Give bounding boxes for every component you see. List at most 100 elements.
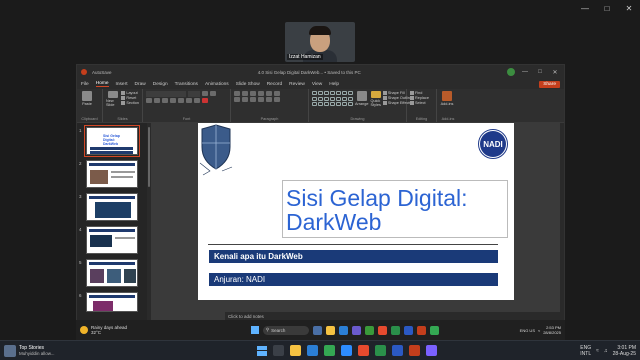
slide-thumbnail-6[interactable]: 6 [79,292,138,312]
ppt-minimize-icon[interactable]: — [520,69,530,75]
close-icon[interactable]: ✕ [618,0,640,16]
shrink-font-icon[interactable] [210,91,216,96]
host-clock[interactable]: 3:01 PM 28-Aug-25 [613,345,636,357]
new-slide-icon [107,91,118,98]
powerpoint-taskbar-icon[interactable] [409,345,421,356]
numbering-icon[interactable] [242,91,248,96]
teams-icon[interactable] [351,325,361,335]
file-explorer-icon[interactable] [325,325,335,335]
edge-icon[interactable] [307,345,319,356]
tab-slide-show[interactable]: Slide Show [236,82,260,87]
tab-animations[interactable]: Animations [205,82,229,87]
onenote-icon[interactable] [426,345,438,356]
font-color-icon[interactable] [202,98,208,103]
scrollbar-thumb[interactable] [148,127,150,187]
section-button[interactable]: Section [121,101,139,106]
decrease-indent-icon[interactable] [250,91,256,96]
spacing-icon[interactable] [186,98,192,103]
shapes-gallery[interactable] [312,91,353,107]
tab-draw[interactable]: Draw [135,82,146,87]
ppt-close-icon[interactable]: ✕ [550,69,560,76]
news-widget[interactable]: Top Stories Muhyiddin allow... [4,344,114,357]
arrange-button[interactable]: Arrange [355,91,369,107]
text-direction-icon[interactable] [266,97,272,102]
canvas-scrollbar[interactable] [560,123,564,312]
grow-font-icon[interactable] [202,91,208,96]
tab-record[interactable]: Record [267,82,282,87]
windows-start-icon[interactable] [257,345,268,356]
edge-icon[interactable] [338,325,348,335]
thumb-image [90,269,104,283]
xbox-icon[interactable] [364,325,374,335]
slide-banner-subtitle[interactable]: Kenali apa itu DarkWeb [209,250,498,263]
chrome-icon[interactable] [429,325,439,335]
search-icon[interactable] [273,345,285,356]
chrome-icon[interactable] [324,345,336,356]
slide-banner-organizer[interactable]: Anjuran: NADI [209,273,498,286]
justify-icon[interactable] [258,97,264,102]
font-size-select[interactable] [188,91,200,97]
user-avatar[interactable] [507,68,515,76]
align-left-icon[interactable] [234,97,240,102]
tab-home[interactable]: Home [95,81,109,87]
smartart-icon[interactable] [274,97,280,102]
slide-thumbnail-2[interactable]: 2 [79,160,138,188]
tab-design[interactable]: Design [153,82,168,87]
slide-title-box[interactable]: Sisi Gelap Digital: DarkWeb [282,180,508,238]
wifi-icon[interactable]: ≈ [538,328,540,333]
office-icon[interactable] [377,325,387,335]
share-button[interactable]: Share [539,80,560,88]
align-right-icon[interactable] [250,97,256,102]
paste-button[interactable]: Paste [80,91,94,107]
host-language[interactable]: ENG INTL [580,345,591,357]
clock[interactable]: 2:53 PM 28/8/2025 [543,325,561,335]
tab-help[interactable]: Help [329,82,339,87]
bullets-icon[interactable] [234,91,240,96]
new-slide-button[interactable]: New Slide [106,91,119,107]
slide-thumbnail-1[interactable]: 1 Sisi Gelap Digital: DarkWeb [79,125,140,157]
underline-icon[interactable] [162,98,168,103]
word-icon[interactable] [392,345,404,356]
office-icon[interactable] [358,345,370,356]
wifi-icon[interactable]: ≈ [596,348,599,354]
excel-icon[interactable] [390,325,400,335]
tab-transitions[interactable]: Transitions [175,82,198,87]
slide-thumbnail-4[interactable]: 4 [79,226,138,254]
line-spacing-icon[interactable] [266,91,272,96]
autosave-toggle[interactable]: AutoSave [92,70,112,75]
italic-icon[interactable] [154,98,160,103]
tab-insert[interactable]: Insert [116,82,128,87]
maximize-icon[interactable]: □ [596,0,618,16]
shadow-icon[interactable] [178,98,184,103]
columns-icon[interactable] [274,91,280,96]
language-indicator[interactable]: ENG US [520,328,535,333]
excel-icon[interactable] [375,345,387,356]
task-view-icon[interactable] [312,325,322,335]
quick-styles-button[interactable]: Quick Styles [371,91,381,107]
slide-thumbnail-3[interactable]: 3 [79,193,138,221]
increase-indent-icon[interactable] [258,91,264,96]
taskbar-search[interactable]: ⚲ Search [262,325,309,335]
current-slide[interactable]: NADI Sisi Gelap Digital: DarkWeb Kenali … [198,123,514,300]
ppt-maximize-icon[interactable]: □ [535,69,545,75]
minimize-icon[interactable]: — [574,0,596,16]
addins-button[interactable]: Add-ins [440,91,454,107]
volume-icon[interactable]: ♫ [604,348,608,354]
tab-review[interactable]: Review [289,82,305,87]
word-icon[interactable] [403,325,413,335]
file-explorer-icon[interactable] [290,345,302,356]
slide-thumbnail-5[interactable]: 5 [79,259,138,287]
tab-file[interactable]: File [81,82,89,87]
participant-video-tile[interactable]: Izzat Hamizan [285,22,355,62]
zoom-icon[interactable] [341,345,353,356]
tab-view[interactable]: View [312,82,322,87]
align-center-icon[interactable] [242,97,248,102]
strikethrough-icon[interactable] [170,98,176,103]
case-icon[interactable] [194,98,200,103]
windows-start-icon[interactable] [250,326,259,334]
powerpoint-taskbar-icon[interactable] [416,325,426,335]
weather-widget[interactable]: Rainy days ahead 32°C [80,325,170,335]
font-name-select[interactable] [146,91,186,97]
bold-icon[interactable] [146,98,152,103]
select-button[interactable]: Select [410,101,433,106]
